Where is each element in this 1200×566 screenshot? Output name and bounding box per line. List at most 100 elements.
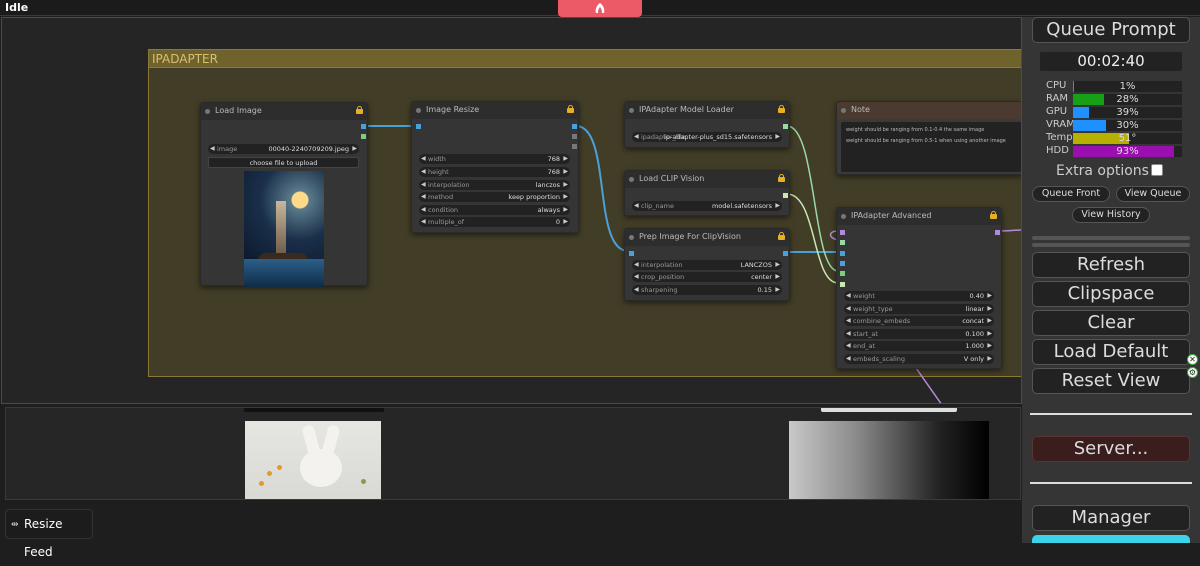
arrow-right-icon[interactable]: ▶ <box>352 144 357 154</box>
weight-type-widget[interactable]: ◀ weight_type linear ▶ <box>844 304 994 314</box>
height-widget[interactable]: ◀ height 768 ▶ <box>419 167 570 177</box>
output-port-height[interactable] <box>572 144 577 149</box>
lock-icon[interactable] <box>990 211 997 219</box>
node-collapse-dot[interactable] <box>629 108 634 113</box>
settings-icon[interactable]: ⚙ <box>1187 367 1198 378</box>
embeds-scaling-widget[interactable]: ◀ embeds_scaling V only ▶ <box>844 354 994 364</box>
input-port-image-negative[interactable] <box>840 261 845 266</box>
node-header[interactable]: Note <box>837 102 1021 119</box>
node-ipadapter-advanced[interactable]: IPAdapter Advanced ◀ weight 0.40 ▶ ◀ weight_… <box>836 207 1002 369</box>
lock-icon[interactable] <box>778 232 785 240</box>
manager-button[interactable]: Manager <box>1032 505 1190 531</box>
reset-view-button[interactable]: Reset View <box>1032 368 1190 394</box>
input-port-attn-mask[interactable] <box>840 271 845 276</box>
node-image-resize[interactable]: Image Resize ◀ width 768 ▶ ◀ height 768 ▶ ◀ int… <box>411 101 579 233</box>
extra-options-checkbox[interactable] <box>1151 164 1163 176</box>
output-port-clip-vision[interactable] <box>783 193 788 198</box>
image-feed[interactable] <box>5 407 1021 500</box>
sharpening-widget[interactable]: ◀ sharpening 0.15 ▶ <box>632 285 782 295</box>
node-prep-image-clipvision[interactable]: Prep Image For ClipVision ◀ interpolation… <box>624 228 790 301</box>
combine-embeds-widget[interactable]: ◀ combine_embeds concat ▶ <box>844 316 994 326</box>
lock-icon[interactable] <box>778 174 785 182</box>
node-header[interactable]: Load Image <box>201 103 367 120</box>
status-text: Idle <box>5 1 29 14</box>
lock-icon[interactable] <box>567 105 574 113</box>
clear-button[interactable]: Clear <box>1032 310 1190 336</box>
node-ipadapter-model-loader[interactable]: IPAdapter Model Loader ◀ ipadapter_file ip… <box>624 101 790 148</box>
condition-widget[interactable]: ◀ condition always ▶ <box>419 205 570 215</box>
gradient-image-thumbnail[interactable] <box>789 421 989 499</box>
clipspace-button[interactable]: Clipspace <box>1032 281 1190 307</box>
queue-front-button[interactable]: Queue Front <box>1032 186 1110 202</box>
view-history-button[interactable]: View History <box>1072 207 1150 223</box>
server-button[interactable]: Server... <box>1032 436 1190 462</box>
node-load-image[interactable]: Load Image ◀ image 00040-2240709209.jpeg… <box>200 102 368 287</box>
input-port-image[interactable] <box>840 251 845 256</box>
output-port-mask[interactable] <box>361 134 366 139</box>
queue-prompt-button[interactable]: Queue Prompt <box>1032 17 1190 43</box>
node-collapse-dot[interactable] <box>841 214 846 219</box>
view-queue-button[interactable]: View Queue <box>1116 186 1190 202</box>
node-canvas[interactable]: IPADAPTER Load Image ◀ image 00040-22407… <box>1 17 1022 404</box>
node-note[interactable]: Note weight should be ranging from 0.1-0… <box>836 101 1021 175</box>
input-port-model[interactable] <box>840 230 845 235</box>
note-line: weight should be ranging from 0.5-1 when… <box>846 138 1006 144</box>
resize-icon: ⇹ <box>11 520 19 530</box>
node-collapse-dot[interactable] <box>841 108 846 113</box>
clip-name-widget[interactable]: ◀ clip_name model.safetensors ▶ <box>632 201 782 211</box>
interpolation-widget[interactable]: ◀ interpolation LANCZOS ▶ <box>632 260 782 270</box>
refresh-button[interactable]: Refresh <box>1032 252 1190 278</box>
resize-feed-button[interactable]: ⇹ Resize Feed <box>5 509 93 559</box>
timer-display: 00:02:40 <box>1040 52 1182 71</box>
node-collapse-dot[interactable] <box>629 177 634 182</box>
bunny-image-thumbnail[interactable] <box>245 421 381 499</box>
stat-label-hdd: HDD <box>1046 145 1069 156</box>
lighthouse-image-preview <box>244 171 324 287</box>
node-header[interactable]: Prep Image For ClipVision <box>625 229 789 246</box>
crop-position-widget[interactable]: ◀ crop_position center ▶ <box>632 272 782 282</box>
output-port-model[interactable] <box>995 230 1000 235</box>
output-port-image[interactable] <box>572 124 577 129</box>
extra-options-label: Extra options <box>1056 163 1149 179</box>
input-port-image[interactable] <box>629 251 634 256</box>
multiple-of-widget[interactable]: ◀ multiple_of 0 ▶ <box>419 217 570 227</box>
choose-file-button[interactable]: choose file to upload <box>208 157 359 168</box>
node-header[interactable]: IPAdapter Advanced <box>837 208 1001 225</box>
close-icon[interactable]: ✕ <box>1187 354 1198 365</box>
interpolation-widget[interactable]: ◀ interpolation lanczos ▶ <box>419 180 570 190</box>
logo-tab[interactable] <box>558 0 642 17</box>
share-button[interactable] <box>1032 535 1190 543</box>
note-textarea[interactable]: weight should be ranging from 0.1-0.4 th… <box>841 122 1021 172</box>
node-header[interactable]: Load CLIP Vision <box>625 171 789 188</box>
output-port-ipadapter[interactable] <box>783 124 788 129</box>
load-default-button[interactable]: Load Default <box>1032 339 1190 365</box>
method-widget[interactable]: ◀ method keep proportion ▶ <box>419 192 570 202</box>
output-port-image[interactable] <box>783 251 788 256</box>
lock-icon[interactable] <box>778 105 785 113</box>
start-at-widget[interactable]: ◀ start_at 0.100 ▶ <box>844 329 994 339</box>
width-widget[interactable]: ◀ width 768 ▶ <box>419 154 570 164</box>
end-at-widget[interactable]: ◀ end_at 1.000 ▶ <box>844 341 994 351</box>
output-port-image[interactable] <box>361 124 366 129</box>
panel-divider[interactable] <box>1032 236 1190 240</box>
image-select-widget[interactable]: ◀ image 00040-2240709209.jpeg ▶ <box>208 144 359 154</box>
resize-feed-label: Resize Feed <box>24 517 63 559</box>
ipadapter-file-widget[interactable]: ◀ ipadapter_file ip-adapter-plus_sd15.safe… <box>632 132 782 142</box>
output-port-width[interactable] <box>572 134 577 139</box>
node-header[interactable]: Image Resize <box>412 102 578 119</box>
input-port-clip-vision[interactable] <box>840 282 845 287</box>
lock-icon[interactable] <box>356 106 363 114</box>
weight-widget[interactable]: ◀ weight 0.40 ▶ <box>844 291 994 301</box>
arrow-left-icon[interactable]: ◀ <box>210 144 215 154</box>
node-header[interactable]: IPAdapter Model Loader <box>625 102 789 119</box>
input-port-image[interactable] <box>416 124 421 129</box>
node-load-clip-vision[interactable]: Load CLIP Vision ◀ clip_name model.safeten… <box>624 170 790 216</box>
node-collapse-dot[interactable] <box>629 235 634 240</box>
panel-divider[interactable] <box>1032 243 1190 247</box>
node-collapse-dot[interactable] <box>205 109 210 114</box>
app-logo-icon <box>595 3 605 13</box>
input-port-ipadapter[interactable] <box>840 240 845 245</box>
node-collapse-dot[interactable] <box>416 108 421 113</box>
stat-value: 51° <box>1118 133 1137 144</box>
node-title: Load CLIP Vision <box>639 174 705 183</box>
